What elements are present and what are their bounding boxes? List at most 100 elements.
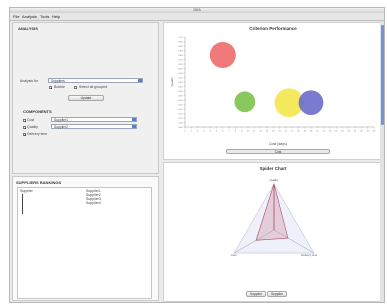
- x-tick-label: 25: [341, 131, 344, 133]
- analysis-for-select[interactable]: Suppliers: [48, 78, 143, 83]
- delivery-label: Delivery time: [27, 132, 48, 136]
- x-tick-label: 20: [310, 131, 313, 133]
- y-tick-label: 0.85: [178, 50, 183, 52]
- x-tick-label: 9: [241, 131, 243, 133]
- spider-supplier-right-button[interactable]: Supplier: [267, 291, 287, 297]
- x-tick-label: 29: [366, 131, 369, 133]
- list-item[interactable]: Supplier4: [86, 201, 101, 205]
- x-tick-label: 7: [228, 131, 230, 133]
- suppliers-title: SUPPLIERS RANKINGS: [16, 180, 62, 185]
- x-tick-label: 17: [291, 131, 294, 133]
- x-tick-label: 13: [266, 131, 269, 133]
- x-tick-label: 0: [184, 131, 186, 133]
- bubble-checkbox[interactable]: [49, 86, 52, 89]
- analysis-title: ANALYSIS: [18, 26, 38, 31]
- y-tick-label: 0.40: [178, 91, 183, 93]
- y-tick-label: 1.00: [178, 37, 183, 39]
- y-tick-label: 0.15: [178, 113, 183, 115]
- app-window: SMA File Analysis Tools Help ANALYSIS An…: [9, 7, 385, 303]
- bubble-checkbox-label: Bubble: [54, 85, 65, 89]
- select-grouped-label: Select all grouped: [79, 85, 108, 89]
- cost-label: Cost: [27, 118, 35, 122]
- x-tick-label: 26: [348, 131, 351, 133]
- y-tick-label: 0.75: [178, 59, 183, 61]
- suppliers-column-header: Supplier: [20, 189, 33, 193]
- menu-help[interactable]: Help: [52, 14, 60, 19]
- x-tick-label: 1: [191, 131, 193, 133]
- bubble-point: [234, 91, 256, 113]
- y-tick-label: 0.20: [178, 109, 183, 111]
- x-tick-label: 16: [285, 131, 288, 133]
- chevron-down-icon[interactable]: [138, 79, 142, 82]
- chevron-down-icon[interactable]: [132, 118, 136, 121]
- y-tick-label: 0.60: [178, 73, 183, 75]
- x-tick-label: 11: [253, 131, 256, 133]
- x-tick-label: 5: [216, 131, 218, 133]
- y-tick-label: 0.90: [178, 46, 183, 48]
- x-tick-label: 22: [322, 131, 325, 133]
- y-tick-label: 0.80: [178, 55, 183, 57]
- select-grouped-checkbox[interactable]: [74, 86, 77, 89]
- y-tick-label: 0.70: [178, 64, 183, 66]
- spider-chart-panel: Spider Chart Quality Delivery time Cost Su…: [163, 162, 383, 302]
- y-tick-label: 0.45: [178, 86, 183, 88]
- y-tick-label: 0.50: [178, 82, 183, 84]
- bubble-point: [209, 42, 236, 68]
- y-tick-label: 0.00: [178, 127, 183, 129]
- menu-bar: File Analysis Tools Help: [10, 13, 384, 21]
- x-axis-scrollbar[interactable]: Cost: [226, 149, 330, 154]
- x-tick-label: 2: [197, 131, 199, 133]
- spider-axis-label: Cost: [231, 253, 237, 257]
- analysis-for-label: Analysis for: [20, 79, 39, 83]
- x-tick-label: 18: [297, 131, 300, 133]
- bubble-point: [298, 90, 324, 116]
- suppliers-panel: SUPPLIERS RANKINGS Supplier Supplier1 Su…: [12, 176, 159, 301]
- x-tick-label: 27: [354, 131, 357, 133]
- cost-select-value: Supplier1: [54, 118, 68, 122]
- cost-checkbox[interactable]: [23, 119, 26, 122]
- menu-file[interactable]: File: [13, 14, 19, 19]
- y-tick-label: 0.55: [178, 77, 183, 79]
- cost-select[interactable]: Supplier1: [51, 117, 137, 122]
- vertical-scrollbar[interactable]: [380, 21, 384, 302]
- x-tick-label: 10: [247, 131, 250, 133]
- menu-analysis[interactable]: Analysis: [22, 14, 37, 19]
- y-axis-label: Quality: [170, 77, 174, 87]
- menu-tools[interactable]: Tools: [40, 14, 49, 19]
- quality-label: Quality: [27, 125, 38, 129]
- x-tick-label: 4: [210, 131, 212, 133]
- x-tick-label: 24: [335, 131, 338, 133]
- spider-axis-label: Delivery time: [301, 253, 318, 257]
- spider-supplier-left-button[interactable]: Supplier: [246, 291, 266, 297]
- x-tick-label: 6: [222, 131, 224, 133]
- x-tick-label: 14: [272, 131, 275, 133]
- x-tick-label: 21: [316, 131, 319, 133]
- y-tick-label: 0.65: [178, 68, 183, 70]
- y-tick-label: 0.35: [178, 95, 183, 97]
- suppliers-table: Supplier Supplier1 Supplier2 Supplier3 S…: [17, 187, 152, 299]
- x-tick-label: 30: [373, 131, 376, 133]
- spider-chart: Quality Delivery time Cost: [231, 178, 318, 257]
- quality-select-value: Supplier2: [54, 125, 68, 129]
- quality-checkbox[interactable]: [23, 126, 26, 129]
- update-button[interactable]: Update: [68, 95, 104, 101]
- y-tick-label: 0.10: [178, 118, 183, 120]
- quality-select[interactable]: Supplier2: [51, 124, 137, 129]
- analysis-panel: ANALYSIS Analysis for Suppliers Bubble S…: [12, 22, 159, 174]
- x-axis-label: Cost (days): [269, 142, 287, 146]
- x-tick-label: 3: [203, 131, 205, 133]
- x-tick-label: 12: [259, 131, 262, 133]
- list-cursor: [22, 194, 23, 214]
- delivery-checkbox[interactable]: [23, 133, 26, 136]
- analysis-for-value: Suppliers: [51, 79, 65, 83]
- chevron-down-icon[interactable]: [132, 125, 136, 128]
- bubble-chart: 0.00 0.05 0.10 0.15 0.20 0.25 0.30 0.35 0.40 0.45…: [170, 37, 376, 133]
- x-tick-label: 23: [329, 131, 332, 133]
- x-tick-label: 15: [278, 131, 281, 133]
- y-tick-label: 0.95: [178, 41, 183, 43]
- y-tick-label: 0.25: [178, 104, 183, 106]
- x-axis-scroll-label: Cost: [274, 150, 282, 154]
- x-tick-label: 8: [235, 131, 237, 133]
- scrollbar-thumb[interactable]: [380, 25, 384, 125]
- x-tick-label: 28: [360, 131, 363, 133]
